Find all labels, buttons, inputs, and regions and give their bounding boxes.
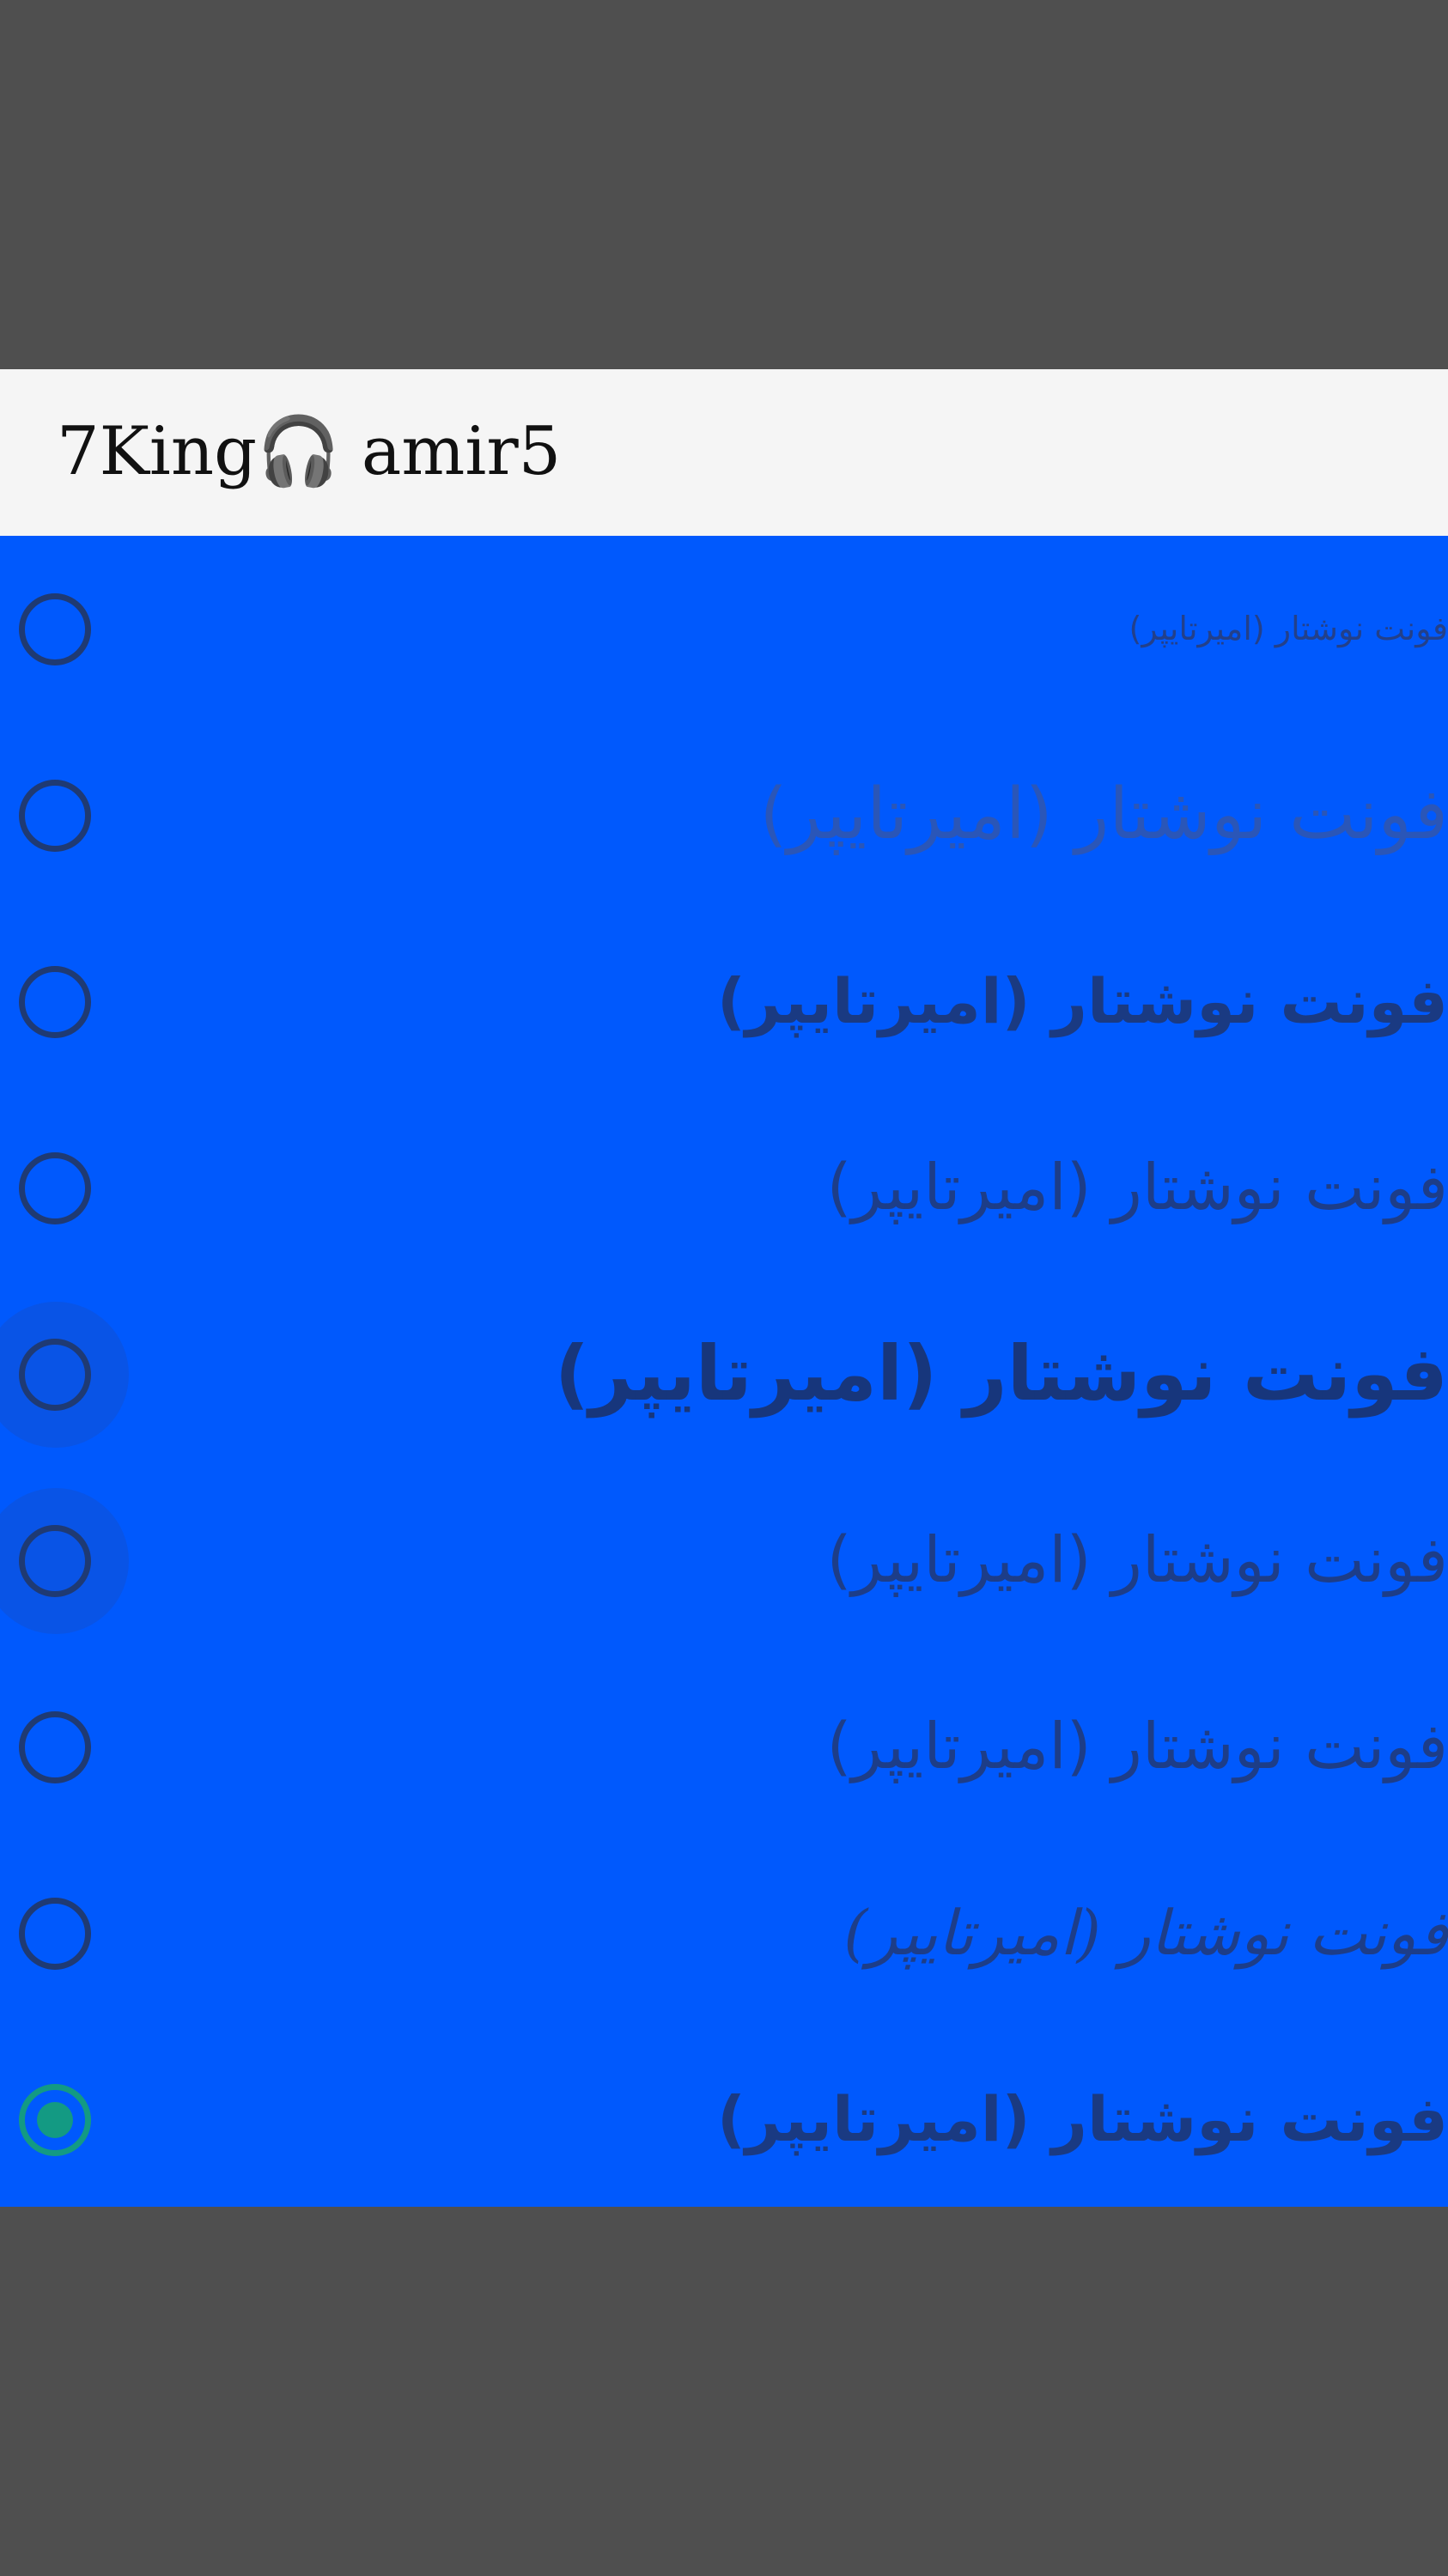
radio-button[interactable] [19,966,91,1038]
font-option-label: فونت نوشتار (امیرتایپر) [826,1710,1448,1783]
font-option-label: فونت نوشتار (امیرتایپر) [759,774,1448,855]
font-picker-dialog: 7King🎧 amir5 فونت نوشتار (امیرتایپر) فون… [0,369,1448,2207]
radio-button[interactable] [19,1152,91,1224]
radio-button[interactable] [19,1711,91,1783]
font-option-5[interactable]: فونت نوشتار (امیرتایپر) [0,1281,1448,1467]
font-option-3[interactable]: فونت نوشتار (امیرتایپر) [0,908,1448,1094]
radio-button[interactable] [19,593,91,665]
font-option-9[interactable]: فونت نوشتار (امیرتایپر) [0,2026,1448,2207]
font-option-6[interactable]: فونت نوشتار (امیرتایپر) [0,1467,1448,1653]
dialog-title: 7King🎧 amir5 [57,413,562,490]
font-option-4[interactable]: فونت نوشتار (امیرتایپر) [0,1095,1448,1280]
font-option-label: فونت نوشتار (امیرتایپر) [826,1523,1448,1597]
font-option-1[interactable]: فونت نوشتار (امیرتایپر) [0,536,1448,721]
radio-button[interactable] [19,780,91,852]
radio-button-selected[interactable] [19,2084,91,2156]
font-option-label: فونت نوشتار (امیرتایپر) [826,1151,1448,1224]
font-option-label: فونت نوشتار (امیرتایپر) [843,1897,1448,1969]
radio-button[interactable] [19,1898,91,1970]
font-option-label: فونت نوشتار (امیرتایپر) [716,965,1448,1037]
dialog-header: 7King🎧 amir5 [0,369,1448,536]
radio-button[interactable] [19,1525,91,1597]
radio-button[interactable] [19,1339,91,1411]
font-option-label: فونت نوشتار (امیرتایپر) [716,2083,1448,2155]
font-option-7[interactable]: فونت نوشتار (امیرتایپر) [0,1654,1448,1839]
font-option-label: فونت نوشتار (امیرتایپر) [554,1329,1448,1418]
font-option-2[interactable]: فونت نوشتار (امیرتایپر) [0,722,1448,908]
font-option-list: فونت نوشتار (امیرتایپر) فونت نوشتار (امی… [0,536,1448,2207]
radio-selected-dot [37,2102,73,2138]
font-option-label: فونت نوشتار (امیرتایپر) [1129,610,1448,647]
font-option-8[interactable]: فونت نوشتار (امیرتایپر) [0,1840,1448,2026]
